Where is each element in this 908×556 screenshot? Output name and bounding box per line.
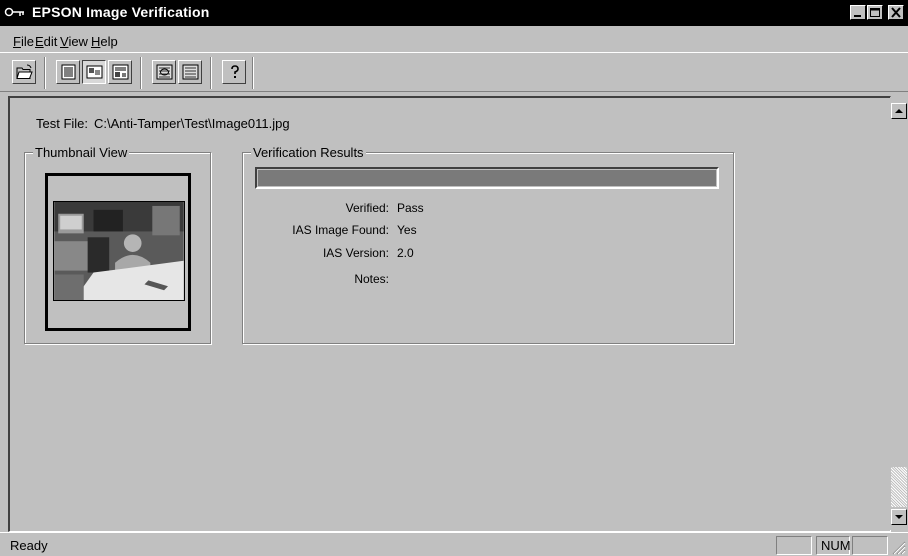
notes-row: Notes: xyxy=(243,272,703,290)
verification-results-group: Verification Results Verified: Pass IAS … xyxy=(242,145,734,344)
thumbnail-view-button[interactable] xyxy=(82,60,106,84)
menu-view[interactable]: View xyxy=(60,34,88,49)
ias-version-row: IAS Version: 2.0 xyxy=(243,246,703,264)
test-file-path: C:\Anti-Tamper\Test\Image011.jpg xyxy=(94,116,290,131)
status-bar: Ready NUM xyxy=(0,532,908,556)
arrow-down-icon xyxy=(895,515,903,519)
menu-help[interactable]: Help xyxy=(91,34,118,49)
window-title: EPSON Image Verification xyxy=(32,4,210,20)
status-pane-caps xyxy=(776,536,812,555)
vertical-scrollbar[interactable] xyxy=(890,97,908,530)
open-folder-icon xyxy=(16,64,33,79)
maximize-button[interactable] xyxy=(867,5,883,20)
details-view-button[interactable] xyxy=(56,60,80,84)
minimize-button[interactable] xyxy=(850,5,866,20)
verify-all-icon xyxy=(182,64,199,80)
ias-image-found-value: Yes xyxy=(397,223,417,237)
status-text: Ready xyxy=(10,538,48,553)
verify-button[interactable] xyxy=(152,60,176,84)
toolbar-separator xyxy=(252,57,254,89)
thumbnail-view-group: Thumbnail View xyxy=(24,145,211,344)
close-icon xyxy=(891,7,901,18)
verification-results-title: Verification Results xyxy=(251,145,366,160)
title-bar[interactable]: EPSON Image Verification xyxy=(0,0,908,26)
thumbnail-image xyxy=(53,201,185,301)
notes-label: Notes: xyxy=(354,272,389,286)
menu-file[interactable]: File xyxy=(13,34,34,49)
test-file-label: Test File: xyxy=(36,116,89,131)
verify-icon xyxy=(156,64,173,80)
verification-progress-bar xyxy=(255,167,719,189)
toolbar xyxy=(0,52,908,92)
key-icon xyxy=(4,7,24,17)
thumbnail-frame[interactable] xyxy=(45,173,191,331)
open-button[interactable] xyxy=(12,60,36,84)
close-button[interactable] xyxy=(888,5,904,20)
resize-grip-icon[interactable] xyxy=(890,539,906,555)
verification-progress-fill xyxy=(258,170,716,186)
menu-edit[interactable]: Edit xyxy=(35,34,57,49)
toolbar-separator xyxy=(44,57,46,89)
ias-image-found-row: IAS Image Found: Yes xyxy=(243,223,703,241)
menu-bar: File Edit View Help xyxy=(0,28,908,50)
arrow-up-icon xyxy=(895,109,903,113)
help-button[interactable] xyxy=(222,60,246,84)
status-pane-scroll xyxy=(852,536,888,555)
ias-image-found-label: IAS Image Found: xyxy=(292,223,389,237)
verified-row: Verified: Pass xyxy=(243,201,703,219)
status-pane-num: NUM xyxy=(816,536,851,555)
maximize-icon xyxy=(870,8,880,17)
scroll-up-button[interactable] xyxy=(891,103,907,119)
verify-all-button[interactable] xyxy=(178,60,202,84)
scroll-thumb[interactable] xyxy=(891,467,907,507)
help-icon xyxy=(231,65,239,78)
toolbar-separator xyxy=(140,57,142,89)
ias-version-value: 2.0 xyxy=(397,246,414,260)
minimize-icon xyxy=(854,15,861,17)
large-view-button[interactable] xyxy=(108,60,132,84)
verified-value: Pass xyxy=(397,201,424,215)
large-icon-view-icon xyxy=(112,64,129,80)
scroll-track[interactable] xyxy=(891,121,907,507)
test-file-line: Test File: C:\Anti-Tamper\Test\Image011.j… xyxy=(36,116,290,131)
ias-version-label: IAS Version: xyxy=(322,246,389,260)
thumbnail-view-title: Thumbnail View xyxy=(33,145,130,160)
app-window: EPSON Image Verification File Edit View … xyxy=(0,0,908,556)
thumbnail-view-icon xyxy=(86,65,103,79)
details-view-icon xyxy=(61,64,76,80)
toolbar-separator xyxy=(210,57,212,89)
verified-label: Verified: xyxy=(345,201,389,215)
scroll-down-button[interactable] xyxy=(891,509,907,525)
